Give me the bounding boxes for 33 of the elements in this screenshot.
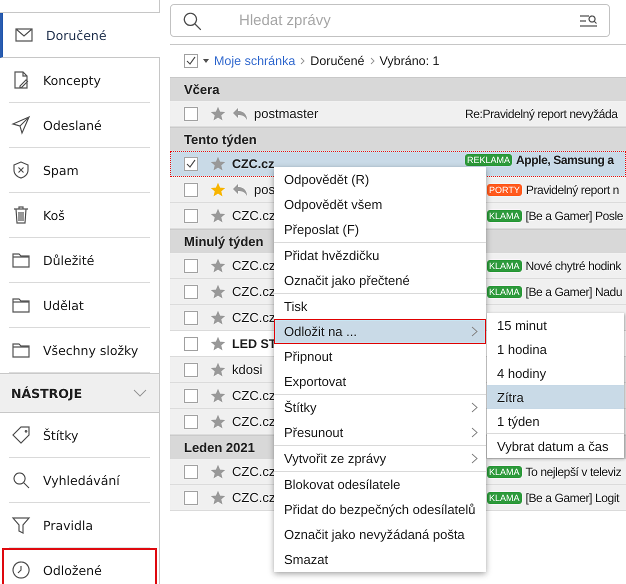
subject: Pravidelný report n [526,182,619,196]
subject: To nejlepší v televiz [526,464,622,478]
sender: CZC.cz [232,208,276,223]
sender: kdosi [232,362,262,377]
sender: pos [254,182,275,197]
subject: [Be a Gamer] Nadu [526,284,622,298]
tag-label: KLAMA [487,492,522,504]
subject: [Be a Gamer] Logit [526,490,620,504]
tag-label: REKLAMA [465,154,512,166]
subject: Nové chytré hodink [526,258,622,272]
sender: CZC.cz [232,310,276,325]
subject: Apple, Samsung a [516,153,614,167]
sender: postmaster [254,106,318,121]
sender: CZC.cz [232,258,276,273]
sender: CZC.cz [232,414,276,429]
sender: CZC.cz [232,490,276,505]
group-header: Tento týden [170,127,626,151]
subject: Re:Pravidelný report nevyžáda [465,106,618,120]
breadcrumb-item: Doručené [310,54,364,68]
breadcrumb-item: Vybráno: 1 [380,54,440,68]
sender: CZC.cz [232,388,276,403]
tag-label: KLAMA [487,210,522,222]
tag-label: KLAMA [487,286,522,298]
tag-label: KLAMA [487,466,522,478]
sender: CZC.cz [232,156,274,170]
group-header: Včera [170,77,626,101]
subject: [Be a Gamer] Posle [526,208,624,222]
sender: LED ST [232,336,276,350]
sender: CZC.cz [232,464,276,479]
tag-label: PORTY [487,184,522,196]
sender: CZC.cz [232,284,276,299]
section-title: NÁSTROJE [11,386,82,400]
tag-label: KLAMA [487,260,522,272]
